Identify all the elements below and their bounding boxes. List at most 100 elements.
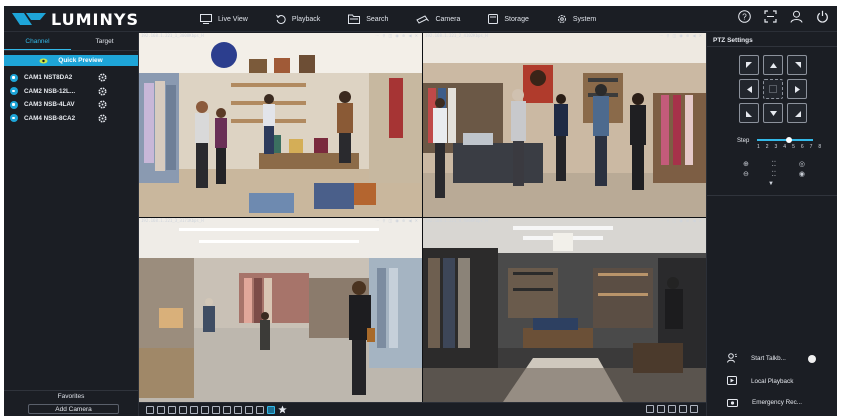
focus-near-icon[interactable]: ⁚⁚: [772, 160, 776, 168]
iris-close-icon[interactable]: ◉: [799, 170, 805, 178]
nav-live-view[interactable]: Live View: [200, 6, 248, 32]
camera-status-icon: [10, 114, 18, 123]
nav-system[interactable]: System: [557, 6, 596, 32]
layout-4-icon[interactable]: [201, 405, 209, 414]
focus-far-icon[interactable]: ⁚⁚: [772, 170, 776, 178]
layout-13-icon[interactable]: [245, 405, 253, 414]
talkback-toggle[interactable]: [808, 355, 816, 363]
camera-settings-icon[interactable]: [98, 100, 107, 109]
fullscreen-grid-icon[interactable]: [168, 405, 176, 414]
step-slider[interactable]: [757, 137, 813, 143]
globe-icon[interactable]: [267, 405, 275, 414]
user-icon[interactable]: [790, 10, 803, 23]
view-quad-icon[interactable]: [657, 405, 665, 413]
stream-switch-icon[interactable]: [146, 405, 154, 414]
camera-name: CAM2 NSB-12L...: [24, 87, 76, 95]
ptz-down-button[interactable]: [763, 103, 783, 123]
emergency-record-label: Emergency Rec...: [752, 399, 803, 406]
power-icon[interactable]: [816, 10, 829, 23]
camera-item[interactable]: CAM1 NST8DA2: [4, 71, 138, 85]
app-window: LUMINYS Live View Playback Search Camera: [4, 6, 837, 416]
zoom-in-icon[interactable]: ⊕: [743, 160, 749, 168]
fullscreen-icon[interactable]: [764, 10, 777, 23]
main-nav: Live View Playback Search Camera Storage…: [200, 6, 624, 32]
camera-feed-4: [423, 218, 706, 402]
nav-storage[interactable]: Storage: [488, 6, 529, 32]
camera-settings-icon[interactable]: [98, 114, 107, 123]
gear-icon: [557, 15, 566, 23]
camera-list: CAM1 NST8DA2 CAM2 NSB-12L... CAM3 NSB-4L…: [4, 71, 138, 125]
layout-8-icon[interactable]: [223, 405, 231, 414]
tile-toolbar[interactable]: ⋯ ⚲ ◫ ◉ ⊕ ◀ ✕: [659, 33, 703, 38]
zoom-out-icon[interactable]: ⊖: [743, 170, 749, 178]
local-playback-button[interactable]: Local Playback: [727, 376, 793, 386]
tile-toolbar[interactable]: ⋯ ⚲ ◫ ◉ ⊕ ◀ ✕: [659, 218, 703, 223]
ptz-up-left-button[interactable]: [739, 55, 759, 75]
ptz-up-right-button[interactable]: [787, 55, 807, 75]
emergency-record-button[interactable]: Emergency Rec...: [727, 398, 802, 407]
top-right-icons: ?: [738, 10, 829, 23]
camera-item[interactable]: CAM3 NSB-4LAV: [4, 98, 138, 112]
camera-item[interactable]: CAM2 NSB-12L...: [4, 85, 138, 99]
view-sixteen-icon[interactable]: [690, 405, 698, 413]
favorites-header[interactable]: Favorites: [4, 390, 138, 402]
camera-settings-icon[interactable]: [98, 73, 107, 82]
view-nine-icon[interactable]: [679, 405, 687, 413]
ptz-up-button[interactable]: [763, 55, 783, 75]
arrow-up-left-icon: [745, 61, 752, 68]
layout-9-icon[interactable]: [234, 405, 242, 414]
layout-1-icon[interactable]: [190, 405, 198, 414]
arrow-right-icon: [794, 85, 800, 93]
tile-stream-label: 192.168.1.221_4_4060Kbps_H: [425, 218, 488, 223]
alarm-output-icon[interactable]: [157, 405, 165, 414]
arrow-down-right-icon: [794, 110, 801, 117]
ptz-down-right-button[interactable]: [787, 103, 807, 123]
ptz-center-button[interactable]: [763, 79, 783, 99]
talk-icon: [727, 353, 737, 363]
iris-open-icon[interactable]: ◎: [799, 160, 805, 168]
arrow-up-icon: [769, 62, 777, 68]
star-icon[interactable]: [278, 405, 287, 414]
nav-camera-label: Camera: [435, 15, 461, 23]
ptz-expand-icon[interactable]: ▼: [768, 181, 774, 187]
camera-feed-2: [423, 33, 706, 217]
camera-item[interactable]: CAM4 NSB-8CA2: [4, 112, 138, 126]
add-camera-button[interactable]: Add Camera: [28, 404, 119, 414]
video-tile-1[interactable]: 192.168.1.221_1_3008Kbps_H ⋯ ⚲ ◫ ◉ ⊕ ◀ ✕: [139, 33, 422, 217]
nav-search-label: Search: [366, 15, 389, 23]
nav-playback[interactable]: Playback: [275, 6, 320, 32]
tab-target[interactable]: Target: [71, 33, 138, 50]
logo-icon: [12, 13, 46, 25]
arrow-down-left-icon: [745, 110, 752, 117]
ptz-zoom-row: ⊕ ⁚⁚ ◎: [743, 160, 805, 168]
tab-channel[interactable]: Channel: [4, 33, 71, 50]
nav-search[interactable]: Search: [348, 6, 388, 32]
layout-6-icon[interactable]: [212, 405, 220, 414]
tile-toolbar[interactable]: ⋯ ⚲ ◫ ◉ ⊕ ◀ ✕: [375, 33, 419, 38]
start-talkback-button[interactable]: Start Talkb...: [727, 353, 786, 363]
eye-icon: [39, 58, 48, 63]
view-single-icon[interactable]: [646, 405, 654, 413]
video-tile-3[interactable]: 192.168.1.221_3_3171Kbps_H ⋯ ⚲ ◫ ◉ ⊕ ◀ ✕: [139, 218, 422, 402]
storage-icon: [488, 14, 499, 24]
ptz-down-left-button[interactable]: [739, 103, 759, 123]
screen-icon[interactable]: [179, 405, 187, 414]
ptz-left-button[interactable]: [739, 79, 759, 99]
tile-toolbar[interactable]: ⋯ ⚲ ◫ ◉ ⊕ ◀ ✕: [375, 218, 419, 223]
sidebar-tabs: Channel Target: [4, 33, 138, 51]
help-icon[interactable]: ?: [738, 10, 751, 23]
grid-toolbar: [139, 402, 706, 416]
video-tile-2[interactable]: 192.168.1.221_2_4102Kbps_H ⋯ ⚲ ◫ ◉ ⊕ ◀ ✕: [423, 33, 706, 217]
quick-preview-button[interactable]: Quick Preview: [4, 55, 138, 66]
view-six-icon[interactable]: [668, 405, 676, 413]
video-tile-4[interactable]: 192.168.1.221_4_4060Kbps_H ⋯ ⚲ ◫ ◉ ⊕ ◀ ✕: [423, 218, 706, 402]
logo: LUMINYS: [12, 9, 139, 29]
step-slider-knob[interactable]: [785, 137, 792, 143]
camera-settings-icon[interactable]: [98, 87, 107, 96]
step-label: Step: [737, 138, 750, 144]
ptz-right-button[interactable]: [787, 79, 807, 99]
camera-status-icon: [10, 100, 18, 109]
nav-camera[interactable]: Camera: [416, 6, 460, 32]
nav-live-view-label: Live View: [218, 15, 248, 23]
layout-16-icon[interactable]: [256, 405, 264, 414]
